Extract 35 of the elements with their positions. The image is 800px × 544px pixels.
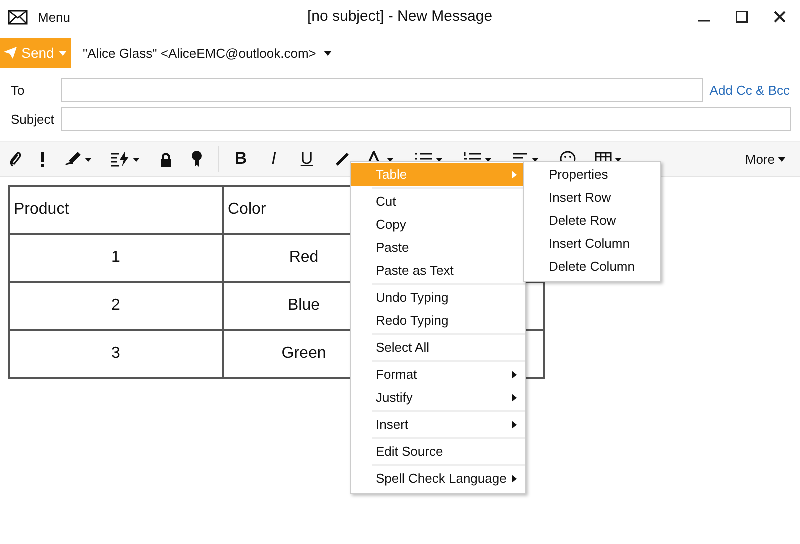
menu-item[interactable]: Insert Column — [524, 232, 660, 255]
format-button[interactable]: B — [234, 149, 248, 169]
caret-icon[interactable] — [324, 50, 332, 56]
to-label: To — [10, 82, 26, 98]
menu-item[interactable]: Delete Column — [524, 255, 660, 278]
caret-icon — [778, 156, 786, 162]
menu-item[interactable]: Insert Row — [524, 186, 660, 209]
to-field[interactable] — [61, 78, 703, 102]
more-button[interactable]: More — [745, 152, 786, 166]
add-cc-bcc-link[interactable]: Add Cc & Bcc — [710, 82, 790, 98]
table-header-cell: Product — [9, 186, 223, 234]
mail-icon — [8, 10, 28, 24]
menu-button[interactable]: Menu — [38, 10, 71, 24]
quick-steps-icon[interactable] — [111, 151, 141, 167]
maximize-icon[interactable] — [736, 11, 748, 23]
send-icon — [4, 47, 17, 59]
ribbon-icon[interactable] — [191, 151, 203, 167]
subject-field[interactable] — [61, 107, 791, 131]
format-button[interactable]: U — [300, 149, 314, 169]
window-title: [no subject] - New Message — [307, 8, 493, 25]
format-button[interactable]: I — [267, 149, 281, 169]
close-icon[interactable] — [774, 11, 786, 23]
pen-icon[interactable] — [64, 151, 92, 167]
table-cell: 3 — [9, 330, 223, 378]
caret-icon — [59, 50, 68, 56]
menu-item[interactable]: Properties — [524, 163, 660, 186]
sender-address[interactable]: "Alice Glass" <AliceEMC@outlook.com> — [83, 46, 316, 60]
table-cell: 1 — [9, 234, 223, 282]
exclamation-icon[interactable] — [41, 152, 45, 166]
table-cell: 2 — [9, 282, 223, 330]
menu-item[interactable]: Delete Row — [524, 209, 660, 232]
subject-label: Subject — [10, 112, 56, 126]
paperclip-icon[interactable] — [10, 151, 22, 167]
lock-icon[interactable] — [160, 152, 172, 166]
menu-item[interactable]: Justify — [351, 386, 525, 409]
